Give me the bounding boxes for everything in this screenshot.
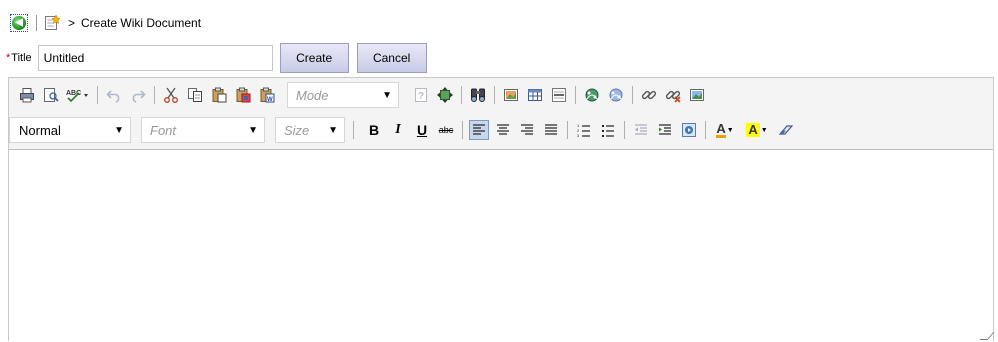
align-left-icon[interactable] [469, 120, 489, 140]
svg-text:W: W [267, 97, 273, 103]
toolbar-row-2: Normal ▼ Font ▼ Size ▼ B I U abc 1 2 3 A… [9, 115, 798, 145]
text-color-label: A [716, 120, 726, 138]
toolbar-separator [632, 86, 633, 104]
toolbar-separator [624, 121, 625, 139]
print-icon[interactable] [17, 85, 37, 105]
back-arrow-icon: ◀ [12, 16, 26, 30]
bold-icon[interactable]: B [364, 120, 384, 140]
font-select[interactable]: Font ▼ [141, 117, 265, 143]
preview-icon[interactable] [41, 85, 61, 105]
cancel-button[interactable]: Cancel [356, 43, 427, 73]
editor-toolbar: ABC W Mode ▼ ? Normal ▼ Font ▼ Size ▼ B … [9, 78, 993, 150]
unlink-icon[interactable] [663, 85, 683, 105]
toolbar-separator [353, 121, 354, 139]
format-select[interactable]: Normal ▼ [9, 117, 131, 143]
numbered-list-icon[interactable]: 123 [574, 120, 594, 140]
editor-content-area[interactable] [9, 150, 995, 342]
underline-icon[interactable]: U [412, 120, 432, 140]
spellcheck-icon[interactable]: ABC [65, 85, 91, 105]
eraser-icon[interactable] [776, 120, 796, 140]
italic-label: I [395, 122, 401, 137]
mode-select[interactable]: Mode ▼ [287, 82, 399, 108]
toolbar-separator [494, 86, 495, 104]
bg-color-icon[interactable]: A ▼ [744, 120, 770, 140]
page-title: Create Wiki Document [81, 16, 202, 30]
chevron-down-icon: ▼ [328, 124, 338, 136]
toolbar-separator [705, 121, 706, 139]
resize-handle[interactable] [979, 332, 995, 340]
required-marker: * [6, 52, 11, 64]
title-row: * Title Create Cancel [6, 43, 427, 73]
rich-text-editor: ABC W Mode ▼ ? Normal ▼ Font ▼ Size ▼ B … [8, 77, 995, 342]
new-document-icon[interactable] [44, 14, 61, 31]
chevron-down-icon: ▼ [382, 89, 392, 101]
image-icon[interactable] [501, 85, 521, 105]
anchor-icon[interactable] [582, 85, 602, 105]
align-right-icon[interactable] [517, 120, 537, 140]
maximize-icon[interactable] [435, 85, 455, 105]
font-select-label: Font [150, 122, 177, 138]
align-center-icon[interactable] [493, 120, 513, 140]
blockquote-icon[interactable] [679, 120, 699, 140]
link-icon[interactable] [639, 85, 659, 105]
redo-icon[interactable] [128, 85, 148, 105]
chevron-down-icon: ▼ [760, 126, 768, 134]
toolbar-separator [97, 86, 98, 104]
chevron-down-icon: ▼ [726, 126, 734, 134]
bulleted-list-icon[interactable] [598, 120, 618, 140]
paste-icon[interactable] [209, 85, 229, 105]
paste-text-icon[interactable] [233, 85, 253, 105]
toolbar-separator [575, 86, 576, 104]
size-select-label: Size [284, 122, 310, 138]
toolbar-separator [567, 121, 568, 139]
justify-icon[interactable] [541, 120, 561, 140]
chevron-down-icon: ▼ [248, 124, 258, 136]
insert-image-icon[interactable] [687, 85, 707, 105]
help-icon[interactable]: ? [411, 85, 431, 105]
toolbar-separator [461, 86, 462, 104]
copy-icon[interactable] [185, 85, 205, 105]
bg-color-label: A [746, 122, 760, 137]
toolbar-separator [462, 121, 463, 139]
find-icon[interactable] [468, 85, 488, 105]
chevron-down-icon: ▼ [114, 124, 124, 136]
format-select-label: Normal [19, 122, 61, 138]
svg-text:?: ? [418, 91, 424, 102]
cut-icon[interactable] [161, 85, 181, 105]
bold-label: B [368, 122, 380, 138]
mode-select-label: Mode [296, 87, 329, 103]
back-button[interactable]: ◀ [10, 14, 28, 32]
create-button[interactable]: Create [279, 43, 349, 73]
underline-label: U [416, 122, 428, 138]
strikethrough-icon[interactable]: abc [436, 120, 456, 140]
horizontal-rule-icon[interactable] [549, 85, 569, 105]
breadcrumb-divider [36, 15, 37, 31]
toolbar-row-1: ABC W Mode ▼ ? [15, 80, 709, 110]
breadcrumb: ◀ > Create Wiki Document [10, 12, 201, 34]
svg-text:3: 3 [577, 133, 580, 137]
toolbar-separator [154, 86, 155, 104]
strikethrough-label: abc [438, 125, 454, 135]
remove-anchor-icon[interactable] [606, 85, 626, 105]
italic-icon[interactable]: I [388, 120, 408, 140]
indent-icon[interactable] [655, 120, 675, 140]
outdent-icon[interactable] [631, 120, 651, 140]
breadcrumb-separator: > [68, 16, 76, 30]
text-color-icon[interactable]: A ▼ [712, 120, 738, 140]
title-label: Title [11, 52, 32, 64]
title-input[interactable] [37, 45, 273, 71]
undo-icon[interactable] [104, 85, 124, 105]
size-select[interactable]: Size ▼ [275, 117, 345, 143]
table-icon[interactable] [525, 85, 545, 105]
paste-word-icon[interactable]: W [257, 85, 277, 105]
